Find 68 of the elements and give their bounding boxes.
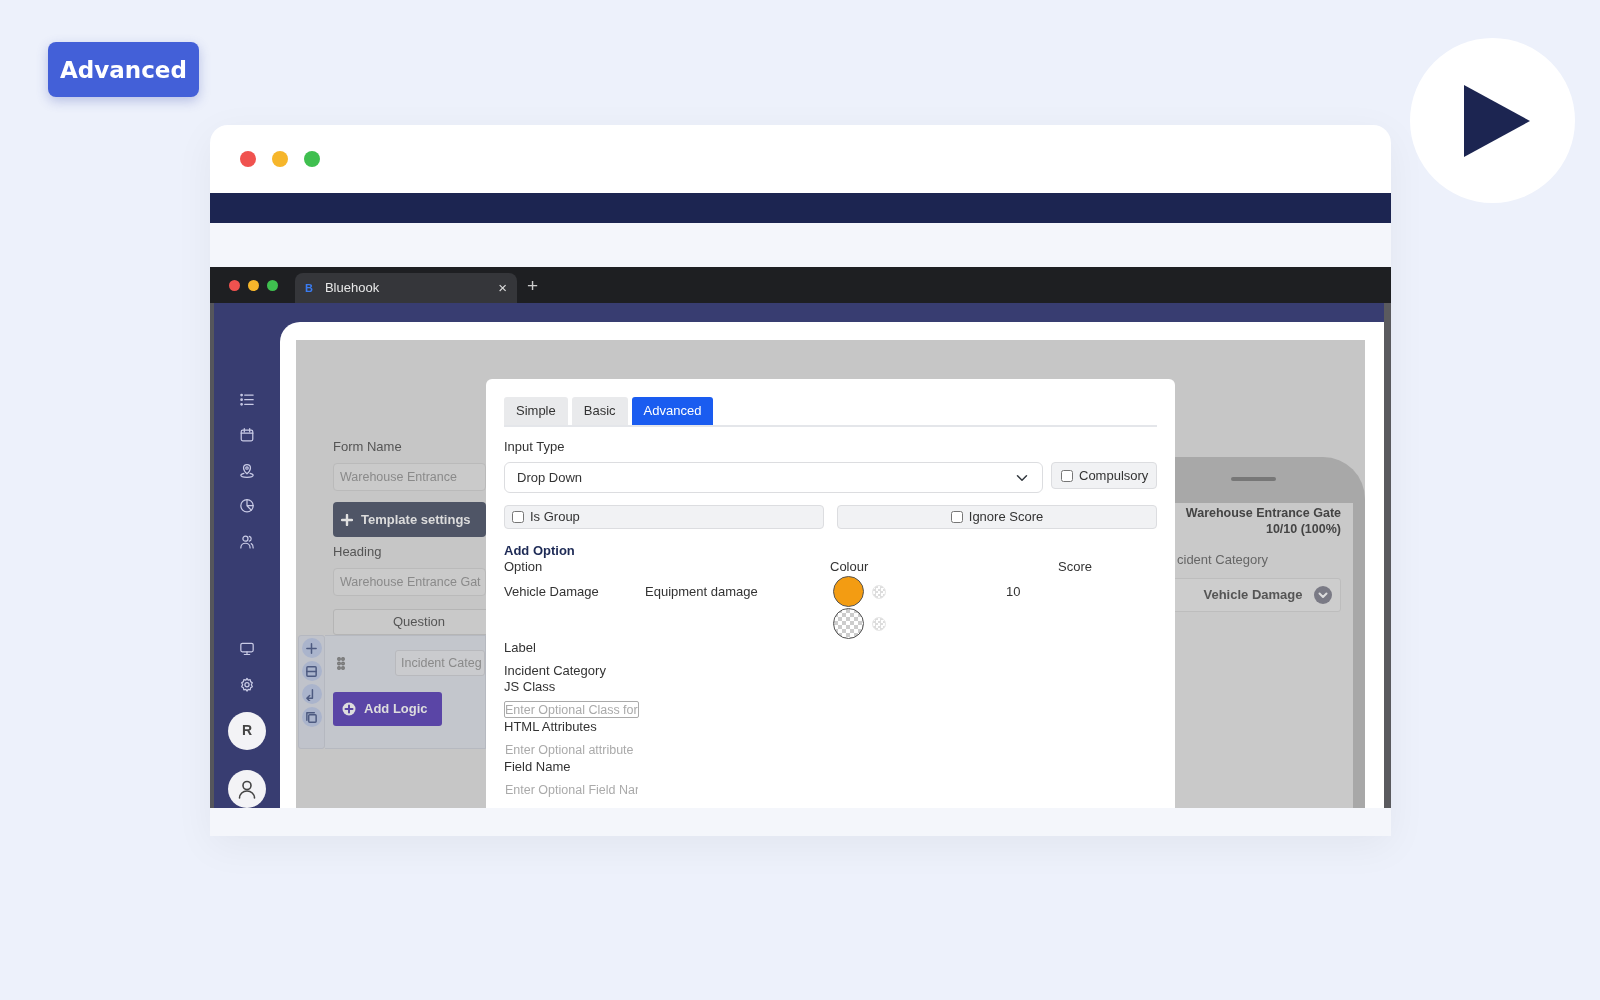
score-text: 10/10 (100%) <box>1264 521 1341 537</box>
browser-tab[interactable]: B Bluehook × <box>295 273 517 303</box>
split-icon <box>305 664 318 678</box>
copy-icon <box>305 710 318 724</box>
favicon: B <box>305 280 313 296</box>
location-pin-icon[interactable] <box>237 462 257 479</box>
add-logic-button[interactable]: Add Logic <box>333 692 442 726</box>
maximize-dot[interactable] <box>304 151 320 167</box>
template-settings-button[interactable]: Template settings <box>333 502 486 537</box>
question-label: cident Category <box>1177 551 1270 569</box>
minimize-dot[interactable] <box>272 151 288 167</box>
text-input[interactable]: Enter Optional attribute <box>504 741 639 758</box>
colour-swatch[interactable] <box>833 576 864 607</box>
add-button[interactable] <box>301 638 322 658</box>
phone-notch <box>1231 477 1276 481</box>
plus-circle-icon <box>342 702 356 716</box>
close-dot[interactable] <box>229 279 240 291</box>
column-header: Colour <box>830 559 870 575</box>
input-type-select[interactable]: Drop Down <box>504 462 1043 493</box>
checkbox[interactable] <box>1061 469 1073 482</box>
field-label: HTML Attributes <box>504 719 598 735</box>
user-avatar[interactable] <box>228 769 266 808</box>
pie-chart-icon[interactable] <box>237 498 257 514</box>
new-tab-button[interactable]: + <box>527 275 539 295</box>
copy-button[interactable] <box>301 707 322 727</box>
field-label: Label <box>504 640 537 656</box>
tab-close-button[interactable]: × <box>498 276 507 300</box>
play-icon <box>1461 82 1532 159</box>
checkbox-label: Is Group <box>530 508 580 527</box>
avatar[interactable]: R <box>228 711 266 750</box>
field-label: Heading <box>333 544 383 560</box>
close-dot[interactable] <box>240 151 256 167</box>
checkbox[interactable] <box>512 511 524 523</box>
tab[interactable]: Basic <box>571 397 628 425</box>
field-label: JS Class <box>504 679 557 695</box>
score-value: 10 <box>1006 583 1022 600</box>
chevron-down-icon <box>1314 585 1332 604</box>
checkbox[interactable] <box>950 511 963 523</box>
text-input[interactable]: Enter Optional Field Nar <box>504 781 639 798</box>
field-label: Field Name <box>504 759 572 775</box>
add-icon <box>305 641 318 655</box>
column-header: Option <box>504 559 544 575</box>
corner-arrow-button[interactable] <box>301 684 322 704</box>
plus-icon <box>341 513 353 526</box>
maximize-dot[interactable] <box>267 279 278 291</box>
monitor-icon[interactable] <box>237 641 257 657</box>
minimize-dot[interactable] <box>248 279 259 291</box>
badge-label: Advanced <box>48 42 199 97</box>
checkbox-label: Ignore Score <box>968 508 1044 527</box>
list-icon[interactable] <box>237 392 257 408</box>
split-button[interactable] <box>301 661 322 681</box>
drag-handle-icon[interactable] <box>337 656 345 670</box>
field-value: Incident Category <box>504 663 607 679</box>
form-title: Warehouse Entrance Gate <box>1184 505 1341 521</box>
option-value: Vehicle Damage <box>504 583 600 600</box>
option-label: Equipment damage <box>645 583 759 600</box>
users-icon[interactable] <box>237 533 257 550</box>
field-label: Form Name <box>333 439 403 455</box>
colour-swatch[interactable] <box>833 608 864 639</box>
tab[interactable]: Advanced <box>631 397 714 425</box>
checkbox-label: Compulsory <box>1079 466 1149 485</box>
field-label: Input Type <box>504 439 566 455</box>
column-header: Score <box>1058 559 1093 575</box>
user-icon <box>237 778 257 799</box>
tab-title: Bluehook <box>324 279 380 298</box>
text-input[interactable]: Enter Optional Class for <box>504 701 639 718</box>
tab[interactable]: Simple <box>504 397 568 425</box>
section-title: Add Option <box>504 543 576 559</box>
